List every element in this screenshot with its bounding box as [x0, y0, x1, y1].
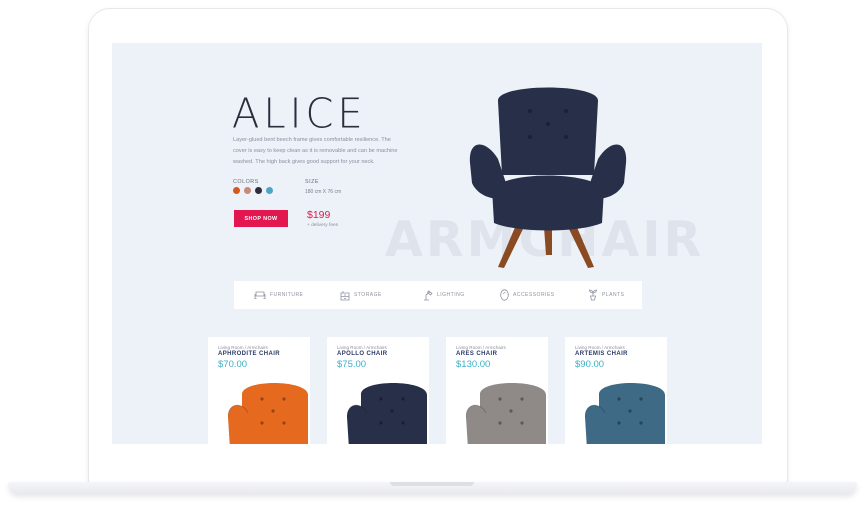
product-breadcrumb: Living Room / Armchairs: [337, 345, 387, 350]
chair-tuft: [498, 421, 502, 425]
hero-title: ALICE: [232, 90, 367, 138]
chair-shape: [241, 383, 308, 444]
category-furniture[interactable]: FURNITURE: [254, 281, 303, 309]
product-name[interactable]: ARES CHAIR: [456, 351, 497, 357]
product-price: $70.00: [218, 359, 248, 370]
product-card-artemis[interactable]: Living Room / Armchairs ARTEMIS CHAIR $9…: [565, 337, 667, 444]
color-swatch-charcoal[interactable]: [255, 187, 262, 194]
product-image: [585, 383, 665, 444]
product-price: $90.00: [575, 359, 605, 370]
size-value: 180 cm X 76 cm: [305, 189, 342, 195]
shop-now-button[interactable]: SHOP NOW: [234, 210, 288, 227]
chair-tuft: [520, 397, 524, 401]
product-card-ares[interactable]: Living Room / Armchairs ARES CHAIR $130.…: [446, 337, 548, 444]
chair-tuft: [282, 397, 286, 401]
chair-tuft: [628, 409, 632, 413]
chair-tuft: [509, 409, 513, 413]
category-bar: FURNITURE STORAGE LIGHTING ACCESSORIES P…: [234, 281, 642, 309]
chair-tuft: [617, 421, 621, 425]
category-plants[interactable]: PLANTS: [588, 281, 624, 309]
chair-body: [469, 87, 627, 231]
product-price: $75.00: [337, 359, 367, 370]
chair-tuft: [390, 409, 394, 413]
cabinet-icon: [340, 290, 350, 300]
product-image: [347, 383, 427, 444]
category-accessories[interactable]: ACCESSORIES: [500, 281, 555, 309]
product-image: [228, 383, 308, 444]
category-label: ACCESSORIES: [513, 292, 555, 298]
chair-tuft: [260, 421, 264, 425]
color-swatch-orange[interactable]: [233, 187, 240, 194]
lamp-icon: [424, 289, 433, 300]
chair-tuft: [617, 397, 621, 401]
color-swatch-rose[interactable]: [244, 187, 251, 194]
product-image: [466, 383, 546, 444]
chair-tuft: [639, 421, 643, 425]
category-label: FURNITURE: [270, 292, 304, 298]
chair-tuft: [260, 397, 264, 401]
product-name[interactable]: ARTEMIS CHAIR: [575, 351, 628, 357]
product-card-aphrodite[interactable]: Living Room / Armchairs APHRODITE CHAIR …: [208, 337, 310, 444]
chair-tuft: [401, 397, 405, 401]
color-swatches: [233, 187, 273, 194]
chair-tuft: [271, 409, 275, 413]
category-label: PLANTS: [602, 292, 625, 298]
color-swatch-blue[interactable]: [266, 187, 273, 194]
hero-description: Layer-glued bent beech frame gives comfo…: [233, 137, 398, 165]
laptop-notch: [390, 482, 474, 486]
plant-icon: [589, 289, 597, 301]
chair-shape: [479, 383, 546, 444]
chair-tuft: [379, 397, 383, 401]
chair-shape: [598, 383, 665, 444]
chair-tuft: [379, 421, 383, 425]
delivery-note: + delivery fees: [307, 223, 339, 228]
chair-tuft: [282, 421, 286, 425]
chair-tuft: [401, 421, 405, 425]
product-breadcrumb: Living Room / Armchairs: [575, 345, 625, 350]
category-lighting[interactable]: LIGHTING: [422, 281, 465, 309]
chair-tuft: [520, 421, 524, 425]
product-name[interactable]: APHRODITE CHAIR: [218, 351, 280, 357]
size-label: SIZE: [305, 179, 319, 185]
mirror-icon: [500, 289, 509, 301]
product-price: $130.00: [456, 359, 491, 370]
product-card-apollo[interactable]: Living Room / Armchairs APOLLO CHAIR $75…: [327, 337, 429, 444]
product-breadcrumb: Living Room / Armchairs: [218, 345, 268, 350]
sofa-icon: [254, 291, 266, 299]
product-breadcrumb: Living Room / Armchairs: [456, 345, 506, 350]
colors-label: COLORS: [233, 179, 259, 185]
category-label: STORAGE: [354, 292, 382, 298]
chair-shape: [360, 383, 427, 444]
chair-tuft: [498, 397, 502, 401]
chair-legs: [498, 225, 594, 268]
hero-price: $199: [307, 209, 331, 221]
chair-tuft: [639, 397, 643, 401]
armchair-image: [469, 87, 627, 268]
category-label: LIGHTING: [437, 292, 465, 298]
product-name[interactable]: APOLLO CHAIR: [337, 351, 387, 357]
category-storage[interactable]: STORAGE: [340, 281, 382, 309]
website-screen: ALICE Layer-glued bent beech frame gives…: [112, 43, 762, 444]
